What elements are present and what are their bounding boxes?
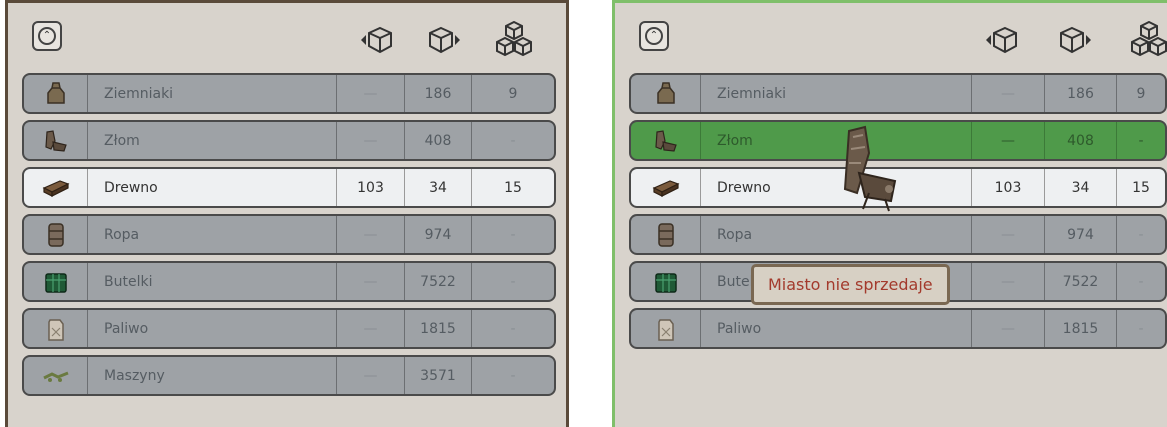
dragged-scrap-icon[interactable]: [829, 123, 909, 217]
stock-amount: -: [1138, 320, 1144, 337]
sell-price: 408: [405, 122, 472, 159]
goods-name: Paliwo: [88, 310, 337, 347]
fuel-can-icon: [24, 310, 88, 347]
stock-amount: -: [510, 367, 516, 384]
collapse-arrows-icon: ⌃: [38, 27, 56, 45]
goods-list: Ziemniaki —186 9 Złom —408- Drewno 103 34 15 Ropa…: [22, 73, 556, 396]
sell-price: 1815: [1045, 310, 1117, 347]
stock-amount: 15: [504, 179, 522, 196]
goods-name: Butelki: [88, 263, 337, 300]
tooltip: Miasto nie sprzedaje: [751, 264, 950, 305]
goods-name: Ziemniaki: [701, 75, 972, 112]
table-header: ⌃: [629, 11, 1167, 73]
goods-row[interactable]: Ropa —974 -: [22, 214, 556, 255]
potato-sack-icon: [24, 75, 88, 112]
oil-barrel-icon: [631, 216, 701, 253]
buy-price: —: [972, 216, 1045, 253]
stock-amount: -: [1138, 226, 1144, 243]
goods-row[interactable]: Drewno 103 34 15: [22, 167, 556, 208]
stock-boxes-icon[interactable]: [494, 20, 534, 61]
wood-icon: [24, 169, 88, 206]
bottles-crate-icon: [24, 263, 88, 300]
table-header: ⌃: [22, 11, 556, 73]
stock-amount: -: [510, 132, 516, 149]
buy-price: —: [337, 75, 405, 112]
buy-price: 103: [337, 169, 405, 206]
market-panel-left: ⌃ Ziemniaki —186 9 Złom —408- Drewno 103 34 15 Ro…: [5, 0, 569, 427]
stock-amount: 9: [508, 85, 518, 102]
goods-row[interactable]: Ropa —974 -: [629, 214, 1167, 255]
sell-price: 186: [1045, 75, 1117, 112]
sell-price: 1815: [405, 310, 472, 347]
oil-barrel-icon: [24, 216, 88, 253]
goods-name: Ropa: [88, 216, 337, 253]
collapse-button[interactable]: ⌃: [639, 21, 669, 51]
stock-amount: -: [1138, 132, 1144, 149]
goods-name: Maszyny: [88, 357, 337, 394]
sell-price: 408: [1045, 122, 1117, 159]
buy-price: —: [337, 357, 405, 394]
goods-name: Ziemniaki: [88, 75, 337, 112]
buy-price: —: [337, 263, 405, 300]
sell-price: 974: [1045, 216, 1117, 253]
collapse-arrows-icon: ⌃: [645, 27, 663, 45]
buy-price: —: [337, 310, 405, 347]
potato-sack-icon: [631, 75, 701, 112]
buy-price: —: [972, 310, 1045, 347]
buy-price: —: [972, 263, 1045, 300]
buy-price: —: [972, 75, 1045, 112]
stock-boxes-icon[interactable]: [1129, 20, 1167, 61]
goods-row[interactable]: Butelki —7522 -: [22, 261, 556, 302]
goods-name: Złom: [88, 122, 337, 159]
goods-name: Drewno: [88, 169, 337, 206]
sell-price: 974: [405, 216, 472, 253]
goods-row[interactable]: Maszyny —3571 -: [22, 355, 556, 396]
stock-amount: -: [1138, 273, 1144, 290]
stock-amount: -: [510, 320, 516, 337]
goods-name: Ropa: [701, 216, 972, 253]
stock-amount: 15: [1132, 179, 1150, 196]
bottles-crate-icon: [631, 263, 701, 300]
sell-price: 3571: [405, 357, 472, 394]
goods-row[interactable]: Paliwo —1815 -: [629, 308, 1167, 349]
buy-price: —: [337, 216, 405, 253]
wood-icon: [631, 169, 701, 206]
goods-row[interactable]: Paliwo —1815 -: [22, 308, 556, 349]
scrap-icon: [631, 122, 701, 159]
machines-icon: [24, 357, 88, 394]
goods-name: Paliwo: [701, 310, 972, 347]
buy-box-icon[interactable]: [985, 25, 1019, 59]
sell-price: 34: [1045, 169, 1117, 206]
goods-row[interactable]: Złom —408 -: [22, 120, 556, 161]
buy-price: —: [337, 122, 405, 159]
sell-price: 7522: [405, 263, 472, 300]
sell-box-icon[interactable]: [428, 25, 462, 59]
buy-price: 103: [972, 169, 1045, 206]
fuel-can-icon: [631, 310, 701, 347]
stock-amount: -: [510, 273, 516, 290]
market-panel-right: ⌃ Ziemniaki —186 9 Złom —408- Drewno 103 34 15 Ro…: [612, 0, 1167, 427]
sell-price: 186: [405, 75, 472, 112]
sell-box-icon[interactable]: [1059, 25, 1093, 59]
goods-row[interactable]: Ziemniaki —186 9: [22, 73, 556, 114]
scrap-icon: [24, 122, 88, 159]
sell-price: 7522: [1045, 263, 1117, 300]
buy-price: —: [972, 122, 1045, 159]
sell-price: 34: [405, 169, 472, 206]
stock-amount: -: [510, 226, 516, 243]
goods-row[interactable]: Ziemniaki —186 9: [629, 73, 1167, 114]
collapse-button[interactable]: ⌃: [32, 21, 62, 51]
stock-amount: 9: [1136, 85, 1146, 102]
buy-box-icon[interactable]: [360, 25, 394, 59]
